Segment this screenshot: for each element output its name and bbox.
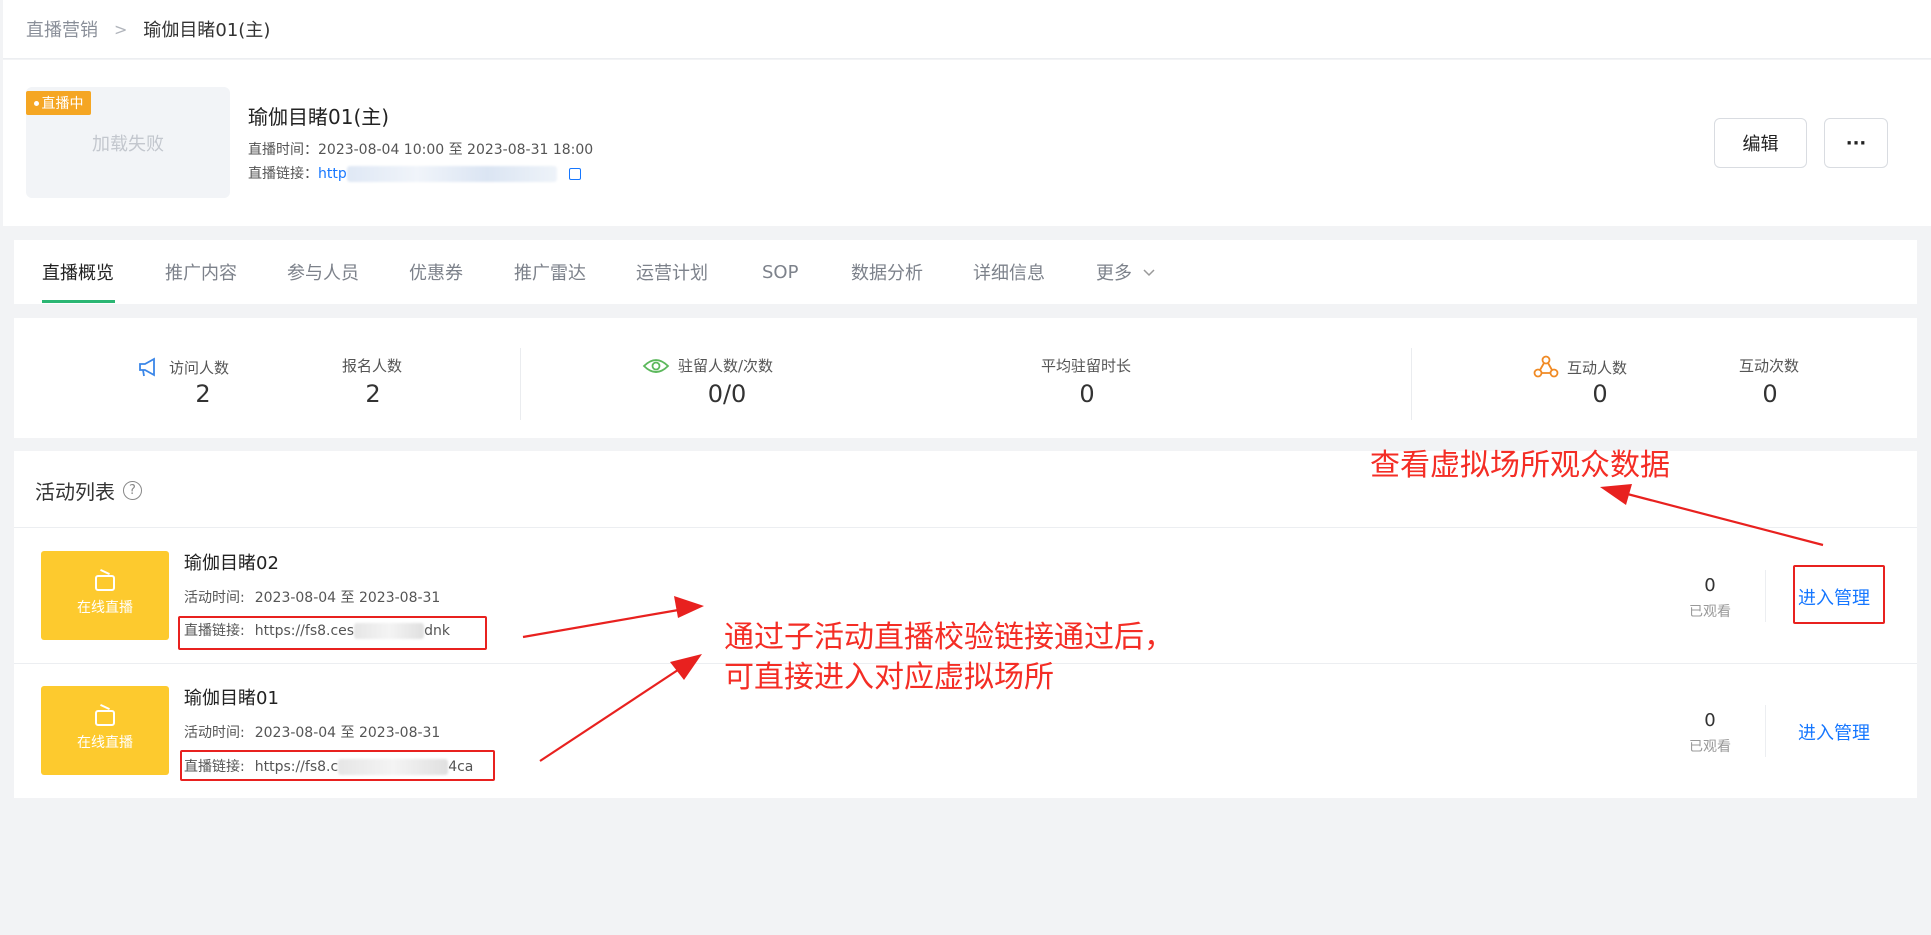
arrow-line-top	[1611, 488, 1824, 547]
annotation-arrows	[522, 484, 1824, 762]
arrow-line-mid-2	[539, 661, 691, 762]
arrow-line-mid-1	[522, 606, 691, 639]
arrowhead-mid-1	[674, 596, 704, 618]
arrowhead-mid-2	[670, 654, 702, 680]
arrowhead-top	[1600, 484, 1632, 505]
